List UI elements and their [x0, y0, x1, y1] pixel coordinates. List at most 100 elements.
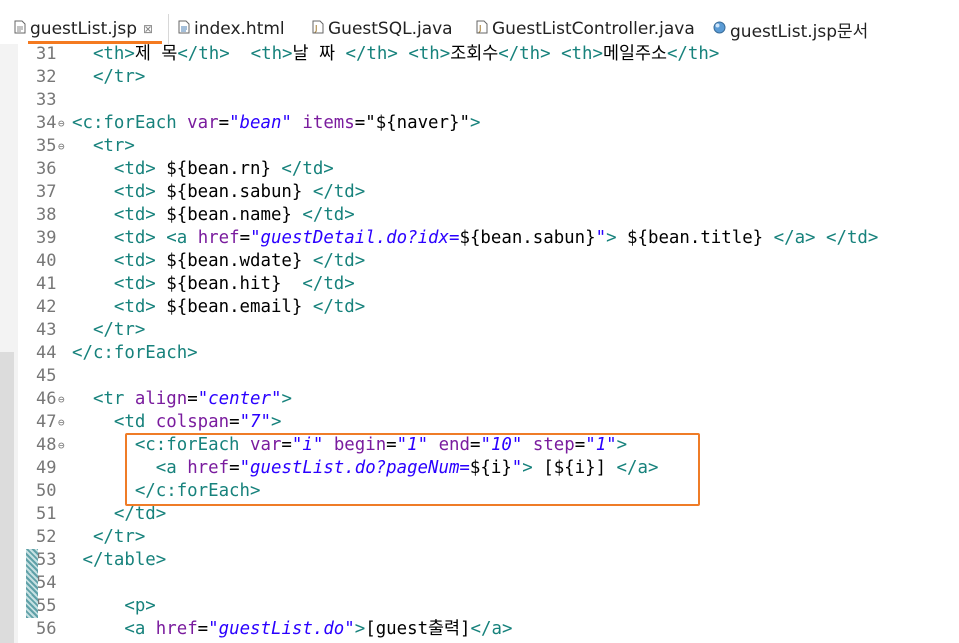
code-line[interactable]: 56 <a href="guestList.do">[guest출력]</a> [0, 618, 959, 641]
code-line[interactable]: 37 <td> ${bean.sabun} </td> [0, 181, 959, 204]
code-token: </td> [826, 228, 879, 248]
code-token: "${naver}" [365, 113, 470, 133]
tab-label: index.html [194, 19, 285, 39]
code-token: <td> [113, 297, 156, 317]
code-line[interactable]: 42 <td> ${bean.email} </td> [0, 296, 959, 319]
code-text: <tr align="center"> [72, 388, 292, 411]
code-token: items [302, 113, 355, 133]
code-line[interactable]: 45 [0, 365, 959, 388]
code-line[interactable]: 39 <td> <a href="guestDetail.do?idx=${be… [0, 227, 959, 250]
code-line[interactable]: 47 ⊖ <td colspan="7"> [0, 411, 959, 434]
code-token: ${bean.sabun} [459, 228, 596, 248]
code-token: "bean" [229, 113, 292, 133]
code-token: ${bean.title} [616, 228, 774, 248]
code-line[interactable]: 36 <td> ${bean.rn} </td> [0, 158, 959, 181]
code-token: = [354, 113, 366, 133]
code-token: </td> [312, 251, 366, 271]
code-token: 날 짜 [292, 44, 346, 64]
line-number: 44 [36, 343, 57, 363]
code-token: <c:forEach [72, 113, 188, 133]
code-token: = [197, 619, 209, 639]
code-line[interactable]: 44 </c:forEach> [0, 342, 959, 365]
code-token: </td> [302, 205, 355, 225]
code-token: 제 목 [134, 44, 178, 64]
code-text: <td colspan="7"> [72, 411, 282, 434]
fold-toggle-icon[interactable]: ⊖ [58, 411, 65, 434]
code-token: ${bean.wdate} [155, 251, 313, 271]
code-line[interactable]: 35 ⊖ <tr> [0, 135, 959, 158]
code-line[interactable]: 33 [0, 89, 959, 112]
code-token: var [187, 113, 219, 133]
code-line[interactable]: 31 <th>제 목</th> <th>날 짜 </th> <th>조회수</t… [0, 43, 959, 66]
change-marker [26, 595, 38, 618]
code-line[interactable]: 51 </td> [0, 503, 959, 526]
line-number: 45 [36, 366, 57, 386]
change-marker [26, 572, 38, 595]
line-number: 38 [36, 205, 57, 225]
jsp-file-icon [14, 19, 26, 39]
svg-text:J: J [478, 24, 481, 33]
code-line[interactable]: 53 </table> [0, 549, 959, 572]
code-line[interactable]: 41 <td> ${bean.hit} </td> [0, 273, 959, 296]
code-token: > [469, 113, 481, 133]
line-number: 32 [36, 67, 57, 87]
code-token: </table> [82, 550, 167, 570]
code-token: ${bean.hit} [155, 274, 303, 294]
line-number: 43 [36, 320, 57, 340]
code-line[interactable]: 32 </tr> [0, 66, 959, 89]
java-file-icon: J [476, 19, 488, 39]
tab-label: guestList.jsp [30, 19, 138, 39]
code-token: "7" [239, 412, 271, 432]
svg-text:J: J [314, 24, 317, 33]
line-number: 31 [36, 44, 57, 64]
close-icon[interactable]: ⊠ [143, 22, 153, 36]
code-line[interactable]: 34 ⊖ <c:forEach var="bean" items="${naver}… [0, 112, 959, 135]
code-token: <td> [113, 274, 156, 294]
tab-guestsql-java[interactable]: J GuestSQL.java [312, 14, 453, 44]
code-text: <th>제 목</th> <th>날 짜 </th> <th>조회수</th> … [72, 43, 719, 66]
code-text: <p> [72, 595, 155, 618]
code-token: > [354, 619, 366, 639]
code-line[interactable]: 46 ⊖ <tr align="center"> [0, 388, 959, 411]
tab-index-html[interactable]: index.html [178, 14, 285, 44]
code-line[interactable]: 52 </tr> [0, 526, 959, 549]
code-token: </th> [345, 44, 398, 64]
code-token: </th> [498, 44, 551, 64]
line-number: 41 [36, 274, 57, 294]
line-number: 39 [36, 228, 57, 248]
fold-toggle-icon[interactable]: ⊖ [58, 135, 65, 158]
code-token: </th> [177, 44, 230, 64]
tab-label: guestList.jsp문서 [730, 21, 869, 42]
code-token: <td [113, 412, 156, 432]
code-token: </th> [666, 44, 720, 64]
code-token: > [606, 228, 617, 248]
code-line[interactable]: 40 <td> ${bean.wdate} </td> [0, 250, 959, 273]
tab-label: GuestSQL.java [328, 19, 453, 39]
code-line[interactable]: 38 <td> ${bean.name} </td> [0, 204, 959, 227]
fold-toggle-icon[interactable]: ⊖ [58, 388, 65, 411]
code-text: </table> [72, 549, 166, 572]
code-text: <td> ${bean.hit} </td> [72, 273, 355, 296]
tab-guestlistcontroller-java[interactable]: J GuestListController.java [476, 14, 695, 44]
tab-guestlist-jsp[interactable]: guestList.jsp ⊠ [14, 14, 169, 44]
code-token: = [187, 389, 198, 409]
code-text: </td> [72, 503, 166, 526]
code-text: <c:forEach var="bean" items="${naver}"> [72, 112, 480, 135]
tab-guestlist-jsp-browser[interactable]: guestList.jsp문서 [713, 14, 868, 44]
code-token: </c:forEach> [72, 343, 198, 363]
code-token: <tr [92, 389, 135, 409]
code-token: </tr> [92, 320, 146, 340]
code-line[interactable]: 55 <p> [0, 595, 959, 618]
code-token: <td> [113, 159, 156, 179]
code-text: </c:forEach> [72, 342, 198, 365]
fold-toggle-icon[interactable]: ⊖ [58, 434, 65, 457]
line-number: 52 [36, 527, 57, 547]
editor-tab-bar: guestList.jsp ⊠ index.html J GuestSQL.ja… [0, 0, 959, 44]
fold-toggle-icon[interactable]: ⊖ [58, 112, 65, 135]
code-line[interactable]: 54 [0, 572, 959, 595]
code-text: </tr> [72, 319, 145, 342]
line-number: 37 [36, 182, 57, 202]
code-line[interactable]: 43 </tr> [0, 319, 959, 342]
code-token: "center" [197, 389, 282, 409]
